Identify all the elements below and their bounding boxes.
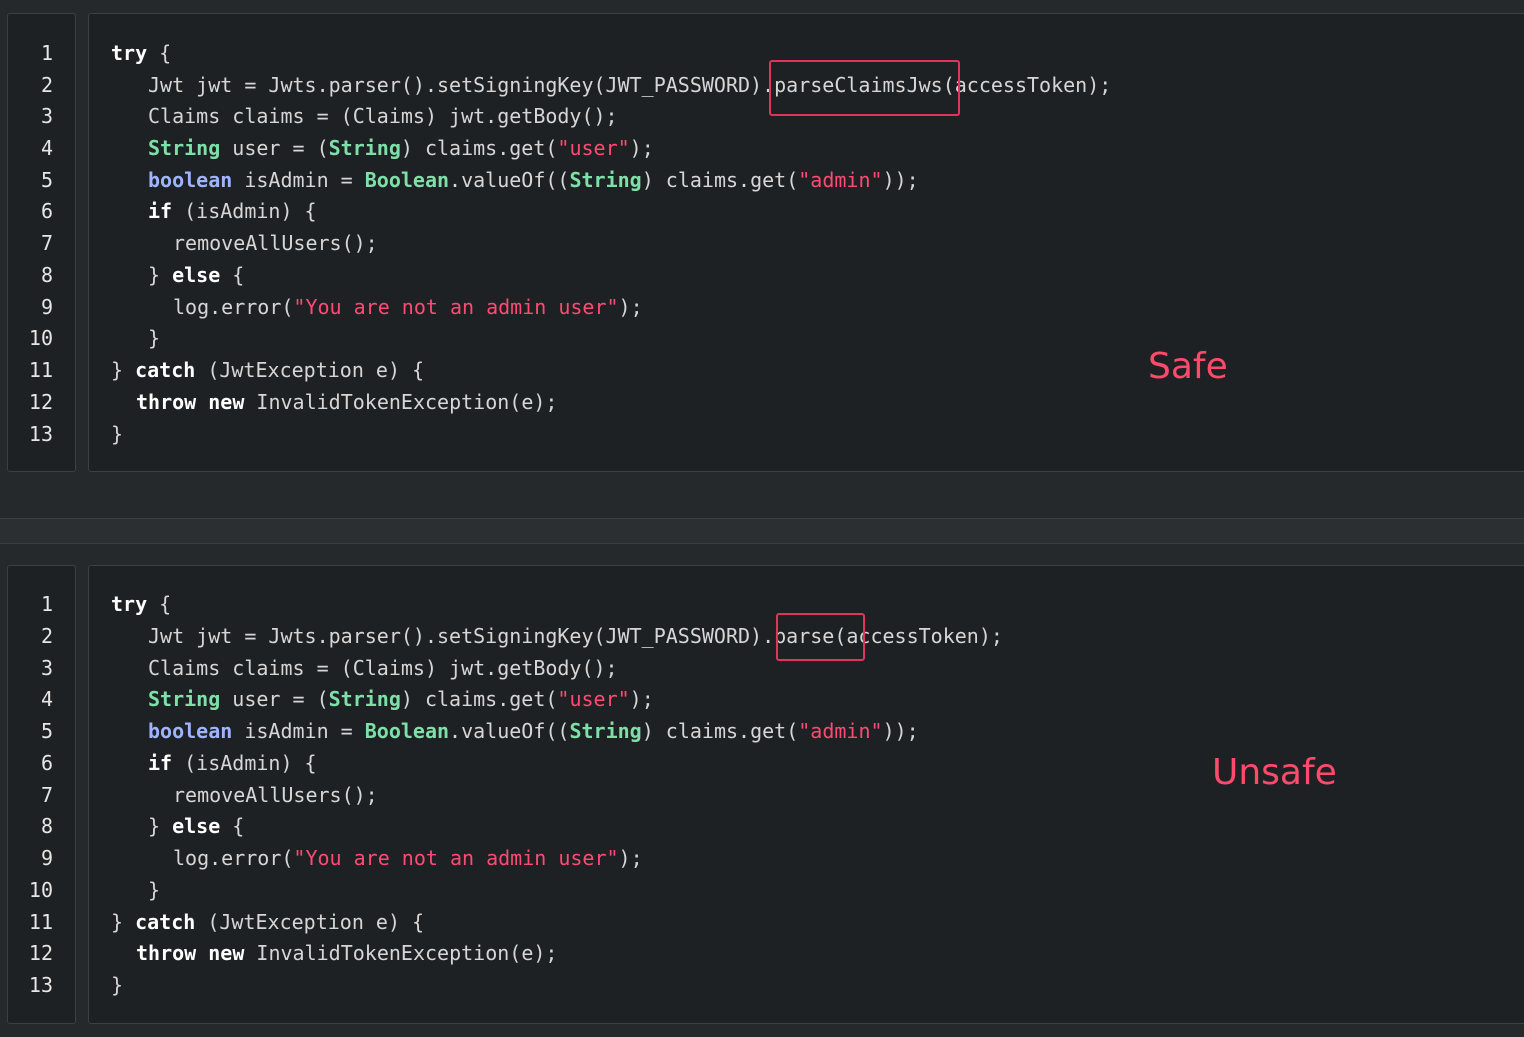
line-number-gutter: 1 2 3 4 5 6 7 8 9 10 11 12 13 bbox=[7, 13, 76, 472]
code-line: removeAllUsers(); bbox=[173, 783, 378, 807]
code-line: log.error("You are not an admin user"); bbox=[173, 295, 643, 319]
line-number: 11 bbox=[28, 358, 53, 382]
code-line: if (isAdmin) { bbox=[148, 199, 317, 223]
line-number: 8 bbox=[40, 263, 53, 287]
code-line: throw new InvalidTokenException(e); bbox=[136, 390, 558, 414]
code-line: } bbox=[148, 326, 161, 350]
code-line: Claims claims = (Claims) jwt.getBody(); bbox=[148, 656, 618, 680]
code-line: boolean isAdmin = Boolean.valueOf((Strin… bbox=[148, 719, 919, 743]
code-line: } else { bbox=[148, 263, 245, 287]
line-number: 2 bbox=[40, 73, 53, 97]
line-number: 5 bbox=[40, 168, 53, 192]
line-number: 8 bbox=[40, 814, 53, 838]
code-line: throw new InvalidTokenException(e); bbox=[136, 941, 558, 965]
code-line: Jwt jwt = Jwts.parser().setSigningKey(JW… bbox=[148, 73, 1112, 97]
line-number-gutter: 1 2 3 4 5 6 7 8 9 10 11 12 13 bbox=[7, 565, 76, 1024]
line-number: 6 bbox=[40, 199, 53, 223]
line-number: 4 bbox=[40, 136, 53, 160]
code-line: try { bbox=[111, 41, 172, 65]
line-number: 4 bbox=[40, 687, 53, 711]
line-number: 2 bbox=[40, 624, 53, 648]
line-number: 3 bbox=[40, 656, 53, 680]
code-line: log.error("You are not an admin user"); bbox=[173, 846, 643, 870]
code-line: } catch (JwtException e) { bbox=[111, 358, 425, 382]
line-number: 9 bbox=[40, 846, 53, 870]
code-line: Claims claims = (Claims) jwt.getBody(); bbox=[148, 104, 618, 128]
line-number: 12 bbox=[28, 390, 53, 414]
line-number: 3 bbox=[40, 104, 53, 128]
code-line: try { bbox=[111, 592, 172, 616]
line-number: 12 bbox=[28, 941, 53, 965]
line-number: 10 bbox=[28, 878, 53, 902]
unsafe-label: Unsafe bbox=[1212, 752, 1337, 793]
line-number: 10 bbox=[28, 326, 53, 350]
unsafe-code-panel: 1 2 3 4 5 6 7 8 9 10 11 12 13 try { Jwt … bbox=[0, 544, 1524, 1037]
code-line: Jwt jwt = Jwts.parser().setSigningKey(JW… bbox=[148, 624, 1003, 648]
code-line: if (isAdmin) { bbox=[148, 751, 317, 775]
line-number: 1 bbox=[40, 592, 53, 616]
code-line: } bbox=[111, 973, 124, 997]
code-line: } catch (JwtException e) { bbox=[111, 910, 425, 934]
line-number: 11 bbox=[28, 910, 53, 934]
code-line: removeAllUsers(); bbox=[173, 231, 378, 255]
panel-separator bbox=[0, 518, 1524, 544]
highlight-box bbox=[776, 613, 865, 661]
safe-code-panel: 1 2 3 4 5 6 7 8 9 10 11 12 13 try { Jwt … bbox=[0, 0, 1524, 518]
code-line: } bbox=[111, 422, 124, 446]
code-line: String user = (String) claims.get("user"… bbox=[148, 687, 654, 711]
line-number: 6 bbox=[40, 751, 53, 775]
code-line: boolean isAdmin = Boolean.valueOf((Strin… bbox=[148, 168, 919, 192]
line-number: 9 bbox=[40, 295, 53, 319]
line-number: 13 bbox=[28, 973, 53, 997]
line-number: 7 bbox=[40, 783, 53, 807]
line-number: 5 bbox=[40, 719, 53, 743]
code-line: String user = (String) claims.get("user"… bbox=[148, 136, 654, 160]
code-line: } else { bbox=[148, 814, 245, 838]
safe-label: Safe bbox=[1148, 346, 1228, 387]
line-number: 13 bbox=[28, 422, 53, 446]
code-line: } bbox=[148, 878, 161, 902]
line-number: 7 bbox=[40, 231, 53, 255]
highlight-box bbox=[769, 60, 960, 116]
line-number: 1 bbox=[40, 41, 53, 65]
